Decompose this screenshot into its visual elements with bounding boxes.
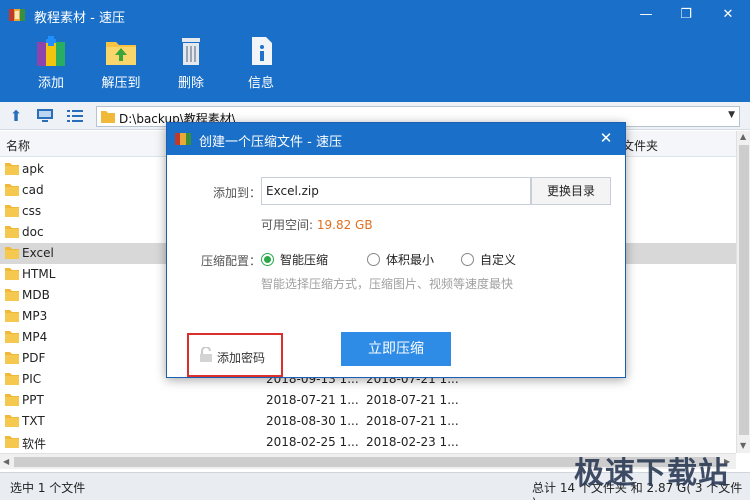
folder-icon xyxy=(5,373,19,385)
file-created: 2018-07-21 1... xyxy=(366,414,459,428)
folder-icon xyxy=(101,111,115,123)
dialog-title-bar: 创建一个压缩文件 - 速压 ✕ xyxy=(167,123,625,155)
file-name: MDB xyxy=(22,288,50,302)
folder-icon xyxy=(5,352,19,364)
file-name: 软件 xyxy=(22,437,47,451)
file-modified: 2018-02-25 1... xyxy=(266,435,359,449)
table-row[interactable]: PPT 2018-07-21 1... 2018-07-21 1... xyxy=(0,390,736,411)
compress-now-button[interactable]: 立即压缩 xyxy=(341,332,451,366)
file-name: css xyxy=(22,204,42,218)
scroll-down-icon[interactable]: ▼ xyxy=(740,441,746,450)
radio-label: 体积最小 xyxy=(386,253,435,267)
folder-extract-icon xyxy=(106,42,136,65)
radio-custom[interactable]: 自定义 xyxy=(461,251,516,268)
folder-icon xyxy=(5,226,19,238)
restore-button[interactable]: ❐ xyxy=(672,4,700,26)
folder-icon xyxy=(5,247,19,259)
dialog-close-icon[interactable]: ✕ xyxy=(597,129,615,147)
config-label: 压缩配置： xyxy=(201,254,262,268)
archive-add-icon xyxy=(37,36,65,66)
close-button[interactable]: ✕ xyxy=(714,4,742,26)
create-archive-dialog: 创建一个压缩文件 - 速压 ✕ 添加到： Excel.zip 更换目录 可用空间… xyxy=(166,122,626,378)
file-name: Excel xyxy=(22,246,54,260)
vertical-scroll-thumb[interactable] xyxy=(739,145,749,435)
add-button[interactable]: 添加 xyxy=(18,34,84,91)
radio-empty-icon xyxy=(461,253,474,266)
app-icon xyxy=(9,9,25,21)
extract-to-button[interactable]: 解压到 xyxy=(88,34,154,91)
status-selection: 选中 1 个文件 xyxy=(10,481,86,495)
add-label: 添加 xyxy=(37,76,64,91)
folder-icon xyxy=(5,310,19,322)
radio-smallest-size[interactable]: 体积最小 xyxy=(367,251,434,268)
table-row[interactable]: TXT 2018-08-30 1... 2018-07-21 1... xyxy=(0,411,736,432)
folder-icon xyxy=(5,289,19,301)
info-button[interactable]: 信息 xyxy=(228,34,294,91)
window-title: 教程素材 - 速压 xyxy=(34,11,125,26)
archive-name-input[interactable]: Excel.zip xyxy=(261,177,531,205)
info-document-icon xyxy=(252,37,272,65)
delete-label: 删除 xyxy=(177,76,204,91)
top-bar: 教程素材 - 速压 — ❐ ✕ 添加 解压到 删除 信息 xyxy=(0,0,750,102)
file-name: MP3 xyxy=(22,309,48,323)
vertical-scrollbar[interactable]: ▲ ▼ xyxy=(736,131,750,453)
column-name[interactable]: 名称 xyxy=(6,137,30,154)
trash-icon xyxy=(182,38,200,65)
free-space: 可用空间: 19.82 GB xyxy=(261,216,373,233)
folder-icon xyxy=(5,184,19,196)
file-name: MP4 xyxy=(22,330,48,344)
file-name: PDF xyxy=(22,351,46,365)
delete-button[interactable]: 删除 xyxy=(158,34,224,91)
config-hint: 智能选择压缩方式，压缩图片、视频等速度最快 xyxy=(261,277,514,291)
extract-to-label: 解压到 xyxy=(101,76,141,91)
file-name: PPT xyxy=(22,393,44,407)
radio-empty-icon xyxy=(367,253,380,266)
minimize-button[interactable]: — xyxy=(632,4,660,26)
folder-icon xyxy=(5,205,19,217)
column-type[interactable]: 文件夹 xyxy=(622,137,658,154)
folder-icon xyxy=(5,331,19,343)
radio-smart-compress[interactable]: 智能压缩 xyxy=(261,251,328,268)
radio-label: 智能压缩 xyxy=(280,253,329,267)
file-name: PIC xyxy=(22,372,42,386)
lock-icon xyxy=(200,347,212,362)
up-arrow-icon[interactable]: ⬆ xyxy=(6,107,26,125)
free-space-label: 可用空间: xyxy=(261,218,317,232)
chevron-down-icon[interactable]: ▼ xyxy=(728,110,735,120)
add-to-label: 添加到： xyxy=(213,186,262,200)
watermark-logo: 极速下载站 xyxy=(574,456,729,491)
info-label: 信息 xyxy=(247,76,274,91)
file-name: TXT xyxy=(22,414,45,428)
file-modified: 2018-07-21 1... xyxy=(266,393,359,407)
file-name: cad xyxy=(22,183,44,197)
folder-icon xyxy=(5,163,19,175)
radio-label: 自定义 xyxy=(480,253,517,267)
title-bar: 教程素材 - 速压 — ❐ ✕ xyxy=(0,0,750,30)
toolbar: 添加 解压到 删除 信息 xyxy=(0,34,750,100)
folder-icon xyxy=(5,436,19,448)
folder-icon xyxy=(5,415,19,427)
monitor-icon[interactable] xyxy=(36,108,54,124)
folder-icon xyxy=(5,394,19,406)
scroll-left-icon[interactable]: ◀ xyxy=(3,457,9,466)
file-created: 2018-02-23 1... xyxy=(366,435,459,449)
scroll-up-icon[interactable]: ▲ xyxy=(740,132,746,141)
free-space-value: 19.82 GB xyxy=(316,218,373,232)
add-password-label: 添加密码 xyxy=(217,351,266,365)
archive-icon xyxy=(175,133,191,145)
radio-selected-icon xyxy=(261,253,274,266)
file-name: apk xyxy=(22,162,44,176)
add-password-button[interactable]: 添加密码 xyxy=(187,333,283,377)
list-view-icon[interactable] xyxy=(66,108,84,124)
file-name: doc xyxy=(22,225,44,239)
file-modified: 2018-08-30 1... xyxy=(266,414,359,428)
file-name: HTML xyxy=(22,267,56,281)
change-directory-button[interactable]: 更换目录 xyxy=(531,177,611,205)
dialog-title: 创建一个压缩文件 - 速压 xyxy=(199,135,342,150)
file-created: 2018-07-21 1... xyxy=(366,393,459,407)
folder-icon xyxy=(5,268,19,280)
